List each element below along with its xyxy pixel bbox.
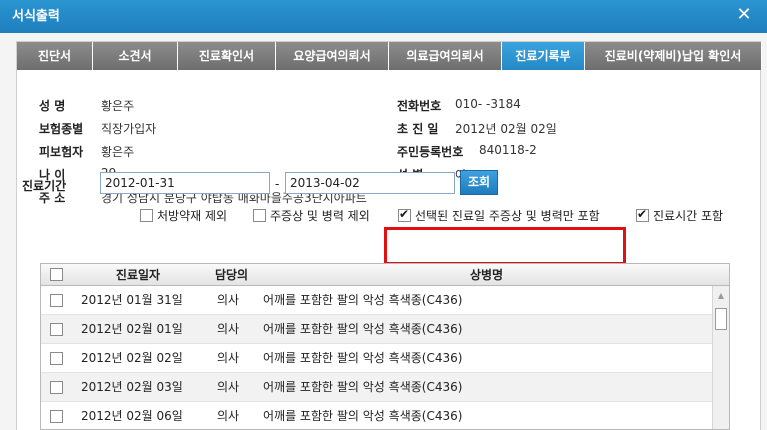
option-label: 처방약재 제외 xyxy=(157,209,228,223)
row-date: 2012년 02월 01일 xyxy=(81,322,183,336)
header-disease[interactable]: 상병명 xyxy=(260,264,713,286)
option-label: 진료시간 포함 xyxy=(653,209,724,223)
tab-opinion[interactable]: 소견서 xyxy=(93,42,178,70)
row-doctor: 의사 xyxy=(217,409,240,423)
row-disease: 어깨를 포함한 팔의 악성 흑색종(C436) xyxy=(263,409,463,423)
tab-bar: 진단서 소견서 진료확인서 요양급여의뢰서 의료급여의뢰서 진료기록부 진료비(… xyxy=(17,42,762,70)
row-doctor: 의사 xyxy=(217,351,240,365)
row-date: 2012년 02월 02일 xyxy=(81,351,183,365)
tab-care-benefit-referral[interactable]: 요양급여의뢰서 xyxy=(276,42,389,70)
table-header: 진료일자 담당의 상병명 xyxy=(41,264,729,286)
row-checkbox[interactable] xyxy=(50,381,63,394)
checkbox-include-time[interactable] xyxy=(636,207,649,222)
phone-value: 010- -3184 xyxy=(455,97,521,111)
name-label: 성 명 xyxy=(39,99,66,113)
period-start-input[interactable] xyxy=(100,172,270,194)
phone-label: 전화번호 xyxy=(397,99,442,113)
option-exclude-symptoms[interactable]: 주증상 및 병력 제외 xyxy=(253,207,370,224)
checkbox-exclude-prescription[interactable] xyxy=(140,209,153,222)
row-date: 2012년 01월 31일 xyxy=(81,293,183,307)
header-date[interactable]: 진료일자 xyxy=(73,264,203,286)
tab-treatment-confirmation[interactable]: 진료확인서 xyxy=(178,42,276,70)
row-checkbox[interactable] xyxy=(50,410,63,423)
insured-value: 황은주 xyxy=(101,145,135,159)
tab-medical-record[interactable]: 진료기록부 xyxy=(502,42,585,70)
table-scrollbar[interactable]: ▲ xyxy=(712,286,729,429)
scroll-up-arrow-icon[interactable]: ▲ xyxy=(715,291,727,301)
first-visit-value: 2012년 02월 02일 xyxy=(455,122,557,136)
period-separator: - xyxy=(275,177,280,191)
period-label: 진료기간 xyxy=(22,179,67,193)
rrn-label: 주민등록번호 xyxy=(397,145,464,159)
row-disease: 어깨를 포함한 팔의 악성 흑색종(C436) xyxy=(263,293,463,307)
option-selected-day-only[interactable]: 선택된 진료일 주증상 및 병력만 포함 xyxy=(398,207,600,224)
row-date: 2012년 02월 06일 xyxy=(81,409,183,423)
close-icon[interactable]: ✕ xyxy=(735,6,753,24)
row-disease: 어깨를 포함한 팔의 악성 흑색종(C436) xyxy=(263,322,463,336)
row-checkbox[interactable] xyxy=(50,352,63,365)
select-all-checkbox[interactable] xyxy=(50,268,63,281)
table-row[interactable]: 2012년 02월 02일 의사 어깨를 포함한 팔의 악성 흑색종(C436) xyxy=(41,344,713,373)
table-row[interactable]: 2012년 02월 03일 의사 어깨를 포함한 팔의 악성 흑색종(C436) xyxy=(41,373,713,402)
option-include-time[interactable]: 진료시간 포함 xyxy=(636,207,723,224)
row-doctor: 의사 xyxy=(217,293,240,307)
option-label: 주증상 및 병력 제외 xyxy=(270,209,370,223)
rrn-value: 840118-2 xyxy=(479,143,537,157)
window-title: 서식출력 xyxy=(12,9,60,24)
checkbox-exclude-symptoms[interactable] xyxy=(253,209,266,222)
table-row[interactable]: 2012년 02월 01일 의사 어깨를 포함한 팔의 악성 흑색종(C436) xyxy=(41,315,713,344)
table-row[interactable]: 2012년 01월 31일 의사 어깨를 포함한 팔의 악성 흑색종(C436) xyxy=(41,286,713,315)
row-doctor: 의사 xyxy=(217,380,240,394)
row-checkbox[interactable] xyxy=(50,323,63,336)
row-disease: 어깨를 포함한 팔의 악성 흑색종(C436) xyxy=(263,380,463,394)
search-button[interactable]: 조회 xyxy=(460,170,498,195)
checkbox-selected-day-only[interactable] xyxy=(398,207,411,222)
period-end-input[interactable] xyxy=(285,172,455,194)
tab-medical-aid-referral[interactable]: 의료급여의뢰서 xyxy=(389,42,502,70)
insurance-label: 보험종별 xyxy=(39,122,84,136)
table-row[interactable]: 2012년 02월 06일 의사 어깨를 포함한 팔의 악성 흑색종(C436) xyxy=(41,402,713,429)
option-label: 선택된 진료일 주증상 및 병력만 포함 xyxy=(415,209,600,223)
first-visit-label: 초 진 일 xyxy=(397,122,439,136)
name-value: 황은주 xyxy=(101,99,135,113)
highlight-annotation xyxy=(384,227,626,265)
row-disease: 어깨를 포함한 팔의 악성 흑색종(C436) xyxy=(263,351,463,365)
row-date: 2012년 02월 03일 xyxy=(81,380,183,394)
insured-label: 피보험자 xyxy=(39,145,84,159)
window-titlebar: 서식출력 ✕ xyxy=(0,0,767,33)
header-doctor[interactable]: 담당의 xyxy=(203,264,260,286)
option-exclude-prescription[interactable]: 처방약재 제외 xyxy=(140,207,227,224)
tab-diagnosis[interactable]: 진단서 xyxy=(17,42,93,70)
insurance-value: 직장가입자 xyxy=(101,122,157,136)
row-doctor: 의사 xyxy=(217,322,240,336)
visit-table: 진료일자 담당의 상병명 2012년 01월 31일 의사 어깨를 포함한 팔의… xyxy=(40,263,730,430)
tab-payment-confirmation[interactable]: 진료비(약제비)납입 확인서 xyxy=(585,42,762,70)
row-checkbox[interactable] xyxy=(50,294,63,307)
scroll-thumb[interactable] xyxy=(715,308,727,330)
